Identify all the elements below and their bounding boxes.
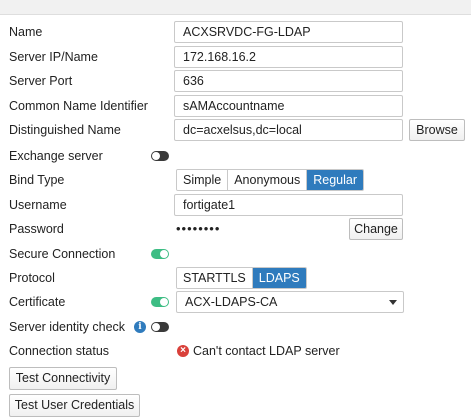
protocol-ldaps[interactable]: LDAPS <box>251 268 306 288</box>
secure-connection-label: Secure Connection <box>9 247 116 261</box>
cn-identifier-input[interactable]: sAMAccountname <box>174 95 403 117</box>
change-password-button[interactable]: Change <box>349 218 403 240</box>
server-input[interactable]: 172.168.16.2 <box>174 46 403 68</box>
bind-type-simple[interactable]: Simple <box>177 170 228 190</box>
distinguished-name-input[interactable]: dc=acxelsus,dc=local <box>174 119 403 141</box>
secure-connection-toggle[interactable] <box>151 249 169 259</box>
protocol-label: Protocol <box>9 271 55 285</box>
exchange-server-toggle[interactable] <box>151 151 169 161</box>
username-row: Username fortigate1 <box>0 194 471 218</box>
error-icon: × <box>177 345 189 357</box>
cn-identifier-label: Common Name Identifier <box>9 99 148 113</box>
server-row: Server IP/Name 172.168.16.2 <box>0 46 471 70</box>
certificate-label: Certificate <box>9 295 66 309</box>
protocol-starttls[interactable]: STARTTLS <box>177 268 252 288</box>
connection-status-label: Connection status <box>9 344 110 358</box>
test-user-credentials-button[interactable]: Test User Credentials <box>9 394 140 417</box>
distinguished-name-row: Distinguished Name dc=acxelsus,dc=local … <box>0 119 471 143</box>
name-label: Name <box>9 25 43 39</box>
server-identity-check-toggle[interactable] <box>151 322 169 332</box>
toggle-knob <box>152 323 160 331</box>
password-value: •••••••• <box>176 221 221 236</box>
username-label: Username <box>9 198 67 212</box>
connection-status-text: Can't contact LDAP server <box>193 344 340 358</box>
bind-type-label: Bind Type <box>9 173 65 187</box>
bind-type-row: Bind Type Simple Anonymous Regular <box>0 169 471 193</box>
cn-identifier-row: Common Name Identifier sAMAccountname <box>0 95 471 119</box>
certificate-select[interactable]: ACX-LDAPS-CA <box>176 291 404 313</box>
server-identity-check-row: Server identity check i <box>0 316 471 340</box>
port-row: Server Port 636 <box>0 70 471 94</box>
server-label: Server IP/Name <box>9 50 98 64</box>
name-input[interactable]: ACXSRVDC-FG-LDAP <box>174 21 403 43</box>
bind-type-anonymous[interactable]: Anonymous <box>227 170 307 190</box>
chevron-down-icon <box>389 300 397 305</box>
name-row: Name ACXSRVDC-FG-LDAP <box>0 21 471 45</box>
certificate-toggle[interactable] <box>151 297 169 307</box>
distinguished-name-label: Distinguished Name <box>9 123 121 137</box>
top-bar <box>0 0 471 15</box>
port-label: Server Port <box>9 74 73 88</box>
test-connectivity-button[interactable]: Test Connectivity <box>9 367 117 390</box>
exchange-server-row: Exchange server <box>0 145 471 169</box>
connection-status-row: Connection status × Can't contact LDAP s… <box>0 340 471 364</box>
exchange-server-label: Exchange server <box>9 149 103 163</box>
info-icon[interactable]: i <box>134 321 146 333</box>
port-input[interactable]: 636 <box>174 70 403 92</box>
toggle-knob <box>160 298 168 306</box>
toggle-knob <box>152 152 160 160</box>
password-label: Password <box>9 222 64 236</box>
protocol-selector: STARTTLS LDAPS <box>176 267 307 289</box>
browse-button[interactable]: Browse <box>409 119 465 141</box>
password-row: Password •••••••• Change <box>0 218 471 242</box>
bind-type-regular[interactable]: Regular <box>306 170 364 190</box>
bind-type-selector: Simple Anonymous Regular <box>176 169 365 191</box>
certificate-selected-value: ACX-LDAPS-CA <box>185 295 278 309</box>
secure-connection-row: Secure Connection <box>0 243 471 267</box>
username-input[interactable]: fortigate1 <box>174 194 403 216</box>
protocol-row: Protocol STARTTLS LDAPS <box>0 267 471 291</box>
server-identity-check-label: Server identity check <box>9 320 126 334</box>
toggle-knob <box>160 250 168 258</box>
certificate-row: Certificate ACX-LDAPS-CA <box>0 291 471 315</box>
